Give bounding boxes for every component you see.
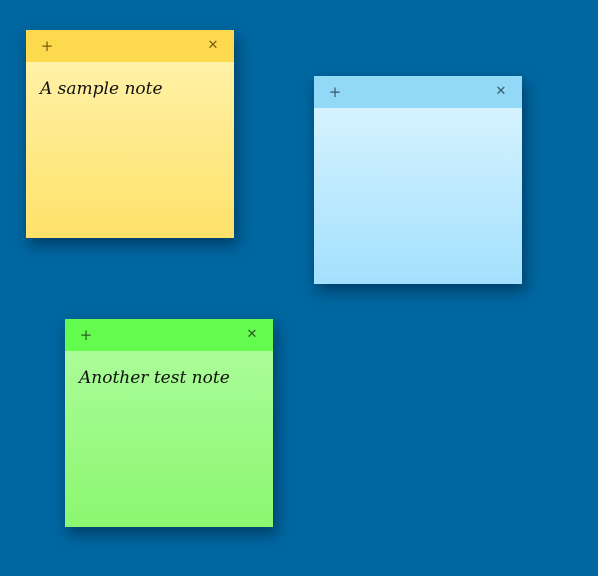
note-title-bar[interactable]: + ✕ [65, 319, 273, 351]
plus-icon[interactable]: + [39, 38, 55, 54]
close-icon[interactable]: ✕ [493, 84, 509, 100]
close-icon[interactable]: ✕ [244, 327, 260, 343]
plus-icon[interactable]: + [78, 327, 94, 343]
note-text-area[interactable] [314, 108, 522, 284]
plus-icon[interactable]: + [327, 84, 343, 100]
sticky-note-green[interactable]: + ✕ Another test note [65, 319, 273, 527]
sticky-note-blue[interactable]: + ✕ [314, 76, 522, 284]
desktop: { "colors": { "desktop_background": "#00… [0, 0, 598, 576]
note-text-area[interactable]: Another test note [65, 351, 273, 527]
note-text[interactable]: Another test note [79, 368, 263, 388]
close-icon[interactable]: ✕ [205, 38, 221, 54]
sticky-note-yellow[interactable]: + ✕ A sample note [26, 30, 234, 238]
note-text[interactable]: A sample note [40, 79, 224, 99]
note-title-bar[interactable]: + ✕ [26, 30, 234, 62]
note-text-area[interactable]: A sample note [26, 62, 234, 238]
note-title-bar[interactable]: + ✕ [314, 76, 522, 108]
